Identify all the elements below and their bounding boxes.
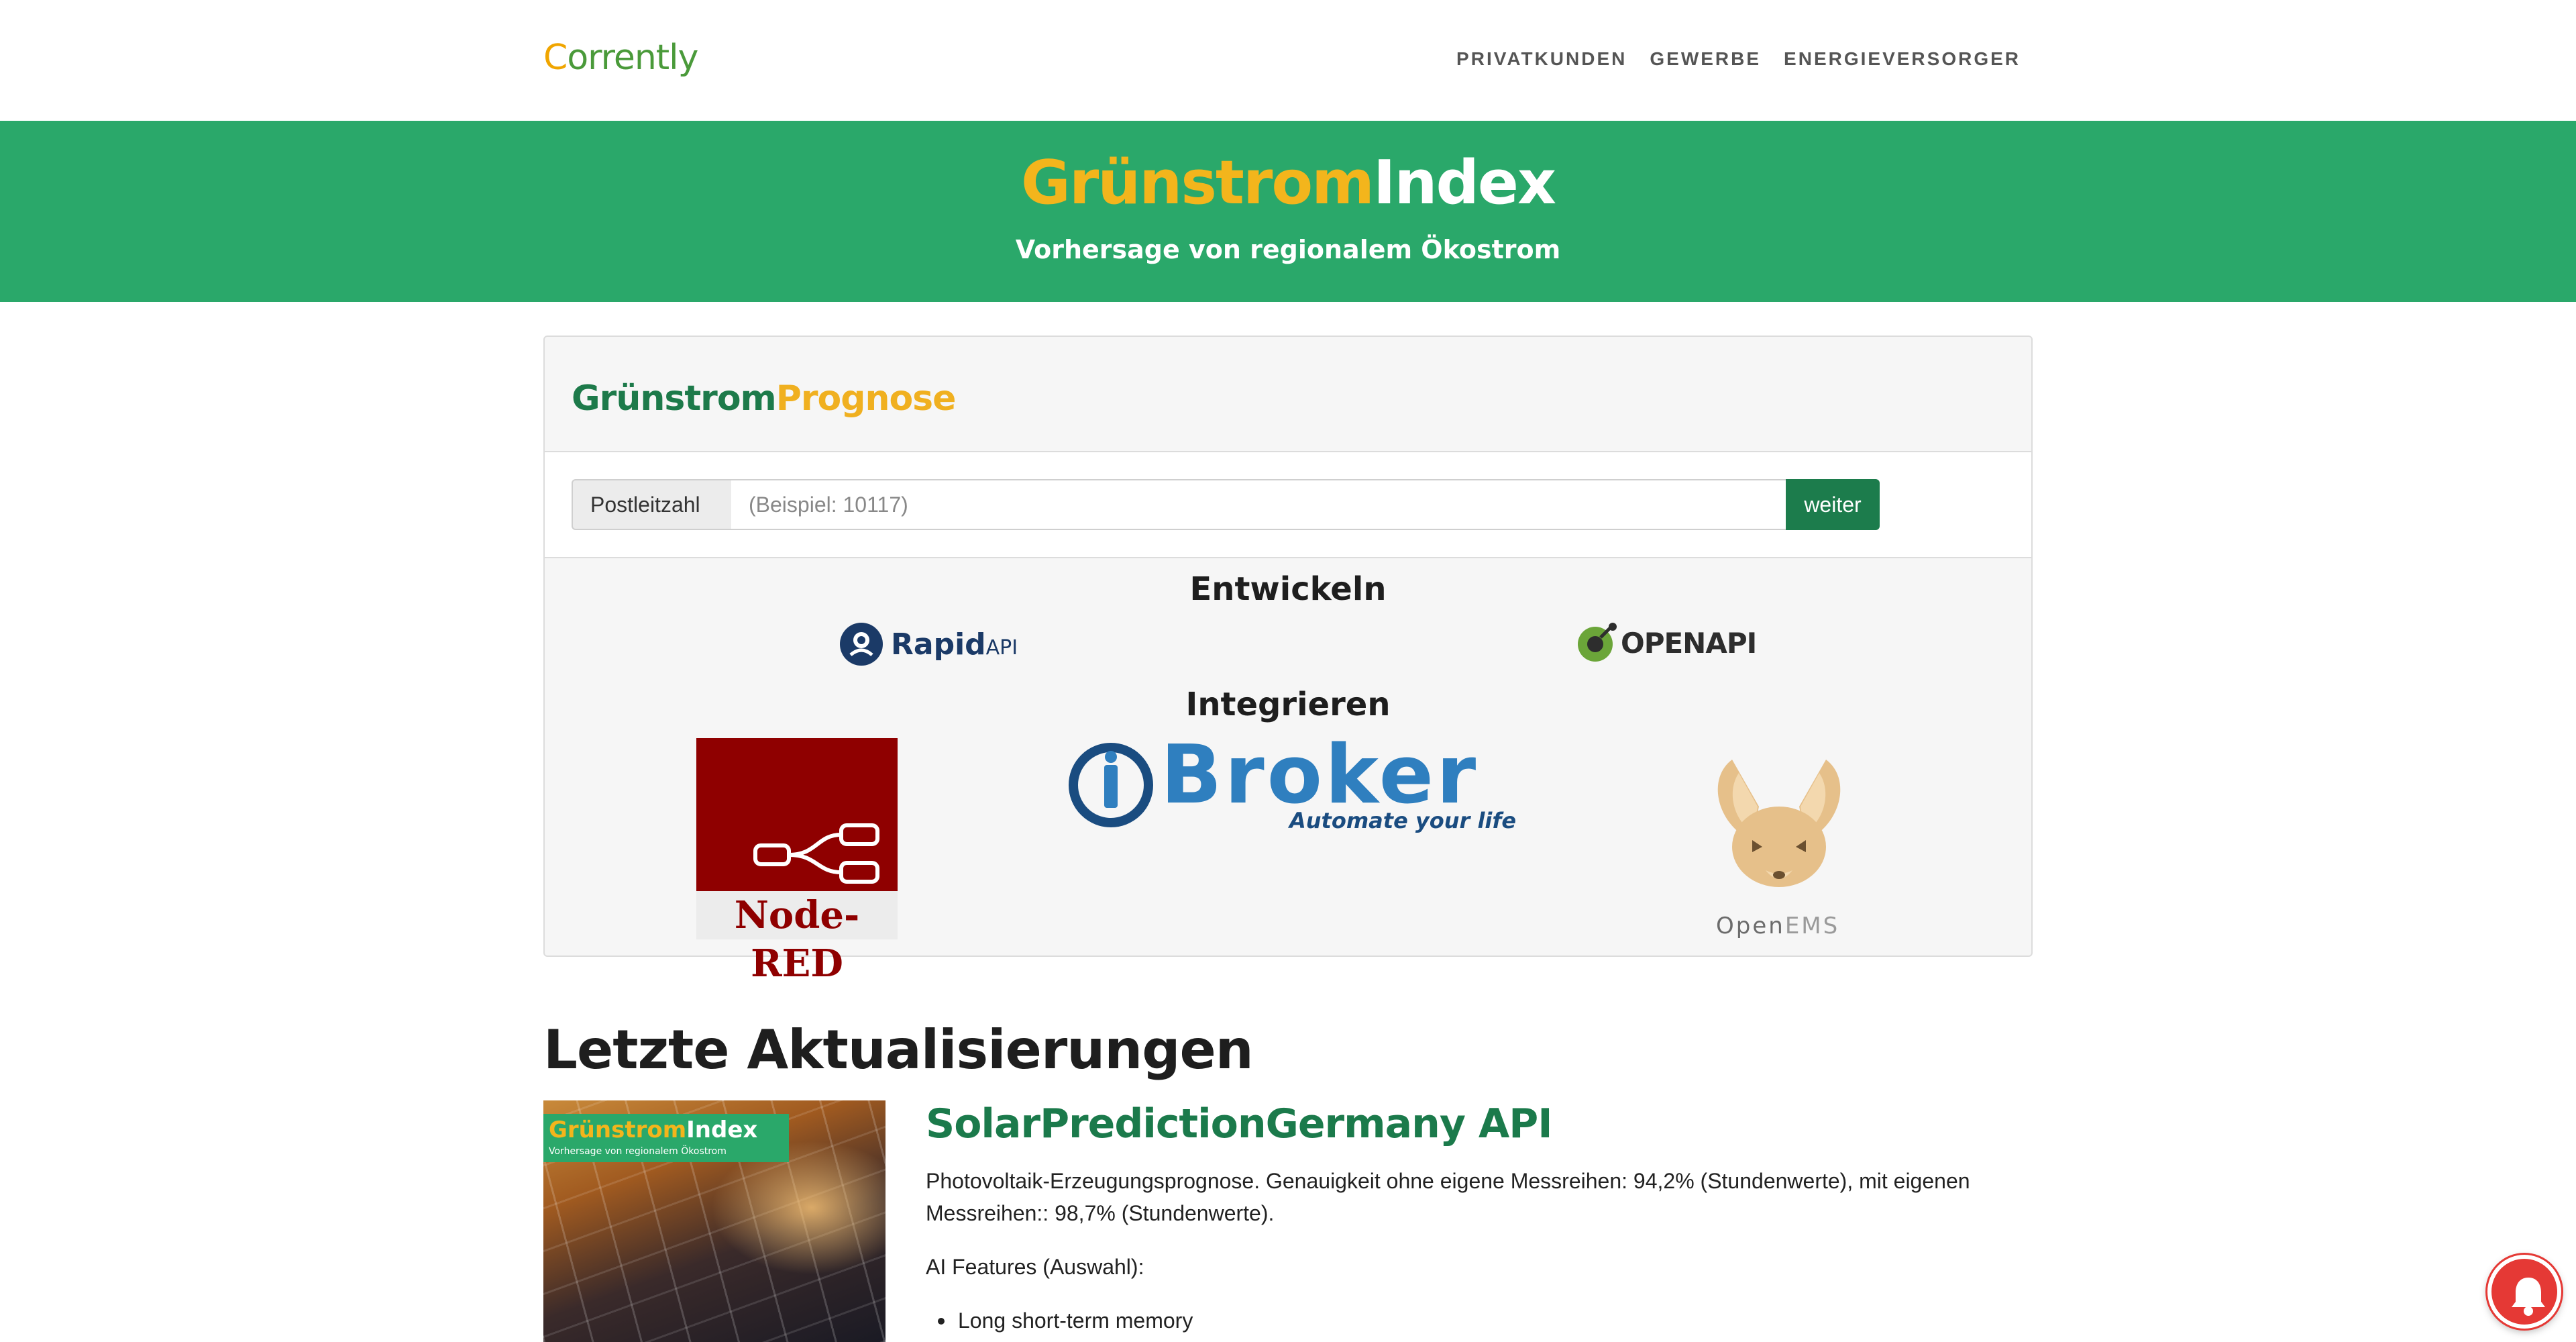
hero-title-part1: Grünstrom (1020, 148, 1375, 218)
thumbnail-title-part2: Index (686, 1117, 758, 1143)
nav-link-energieversorger[interactable]: ENERGIEVERSORGER (1784, 48, 2021, 70)
iobroker-tagline: Automate your life (1289, 808, 1517, 833)
zip-input[interactable] (731, 479, 1787, 530)
zip-addon-label: Postleitzahl (572, 479, 733, 530)
hero-banner: GrünstromIndex Vorhersage von regionalem… (0, 121, 2576, 302)
iobroker-logo[interactable]: Broker Automate your life (1068, 729, 1524, 836)
nav-link-privatkunden[interactable]: PRIVATKUNDEN (1456, 48, 1627, 70)
rapidapi-suffix: API (985, 635, 1018, 660)
updates-heading: Letzte Aktualisierungen (543, 1019, 1254, 1081)
post-features-label: AI Features (Auswahl): (926, 1255, 1144, 1279)
forecast-card: GrünstromPrognose Postleitzahl weiter En… (543, 336, 2033, 986)
openems-logo[interactable]: OpenEMS (1678, 753, 1880, 954)
openems-suffix: EMS (1784, 913, 1840, 939)
notification-bell-button[interactable] (2487, 1255, 2561, 1329)
develop-heading: Entwickeln (1189, 570, 1387, 608)
card-header: GrünstromPrognose (545, 337, 2031, 452)
nodered-icon (753, 823, 879, 884)
openapi-logo[interactable]: OPENAPI (1575, 621, 1757, 664)
card-title: GrünstromPrognose (572, 378, 957, 419)
thumbnail-title: GrünstromIndex (549, 1117, 757, 1143)
rapidapi-wordmark: RapidAPI (891, 627, 1018, 662)
top-navbar: Corrently PRIVATKUNDEN GEWERBE ENERGIEVE… (0, 0, 2576, 121)
card-title-part1: Grünstrom (572, 378, 777, 419)
brand-rest: orrently (567, 38, 698, 78)
rapidapi-main: Rapid (891, 627, 986, 662)
nodered-logo[interactable]: Node-RED (696, 738, 898, 986)
nav-link-gewerbe[interactable]: GEWERBE (1650, 48, 1761, 70)
post-feature-item: Long short-term memory (937, 1308, 1193, 1333)
rapidapi-logo[interactable]: RapidAPI (839, 621, 1018, 667)
openapi-wordmark: OPENAPI (1621, 626, 1757, 660)
rapidapi-icon (840, 623, 883, 666)
nodered-wordmark: Node-RED (696, 891, 898, 986)
openems-icon (1717, 760, 1841, 887)
post-thumbnail[interactable]: GrünstromIndex Vorhersage von regionalem… (543, 1100, 885, 1342)
submit-button[interactable]: weiter (1786, 479, 1880, 530)
brand-logo[interactable]: Corrently (543, 38, 698, 78)
openapi-icon (1578, 623, 1617, 662)
brand-initial: C (543, 38, 568, 78)
hero-title-part2: Index (1373, 148, 1556, 218)
thumbnail-title-part1: Grünstrom (549, 1117, 687, 1143)
thumbnail-banner: GrünstromIndex Vorhersage von regionalem… (543, 1114, 789, 1162)
card-title-part2: Prognose (775, 378, 957, 419)
hero-title: GrünstromIndex (0, 148, 2576, 218)
main-nav: PRIVATKUNDEN GEWERBE ENERGIEVERSORGER (1456, 48, 2021, 70)
post-paragraph: Photovoltaik-Erzeugungsprognose. Genauig… (926, 1169, 1970, 1225)
thumbnail-subtitle: Vorhersage von regionalem Ökostrom (549, 1146, 727, 1157)
iobroker-icon (1069, 743, 1153, 827)
post-title-link[interactable]: SolarPredictionGermany API (926, 1100, 1553, 1147)
hero-subtitle: Vorhersage von regionalem Ökostrom (1015, 235, 1561, 264)
integrate-heading: Integrieren (1185, 686, 1391, 723)
openems-wordmark: OpenEMS (1716, 913, 1839, 939)
bell-icon (2512, 1278, 2545, 1316)
zip-form: Postleitzahl weiter (545, 452, 2031, 558)
openems-main: Open (1716, 913, 1785, 939)
